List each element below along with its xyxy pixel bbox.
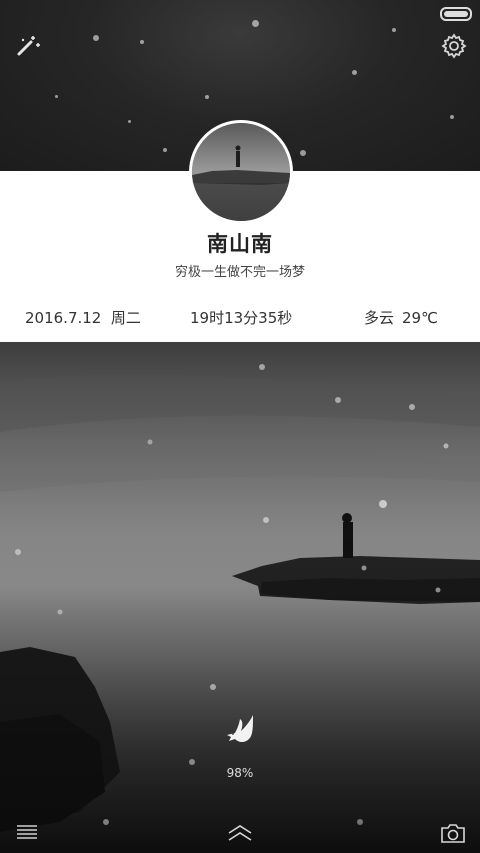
bird-icon [227, 715, 253, 742]
menu-icon [17, 825, 37, 839]
camera-icon [441, 824, 465, 843]
settings-button[interactable] [440, 32, 468, 60]
battery-indicator [440, 7, 472, 21]
expand-up-button[interactable] [226, 824, 254, 842]
menu-button[interactable] [16, 824, 38, 840]
avatar[interactable] [189, 120, 293, 224]
date-display: 2016.7.12 周二 [25, 307, 141, 328]
date-text: 2016.7.12 [25, 309, 102, 327]
avatar-image [192, 123, 290, 221]
profile-motto: 穷极一生做不完一场梦 [174, 265, 305, 280]
app-screen: 南山南 穷极一生做不完一场梦 2016.7.12 周二 19时13分35秒 多云… [0, 0, 480, 853]
weekday-text: 周二 [110, 309, 141, 327]
energy-percent: 98% [226, 766, 254, 780]
magic-wand-button[interactable] [14, 34, 42, 58]
chevron-up-icon [228, 825, 252, 841]
weather-condition: 多云 [364, 309, 395, 327]
camera-button[interactable] [440, 822, 466, 844]
temperature-text: 29℃ [402, 309, 438, 327]
magic-wand-icon [17, 36, 40, 56]
time-display: 19时13分35秒 [190, 309, 293, 327]
gear-icon [441, 33, 467, 59]
weather-display: 多云 29℃ [364, 307, 446, 328]
energy-bird-button[interactable] [222, 712, 260, 754]
profile-name: 南山南 [207, 232, 273, 256]
